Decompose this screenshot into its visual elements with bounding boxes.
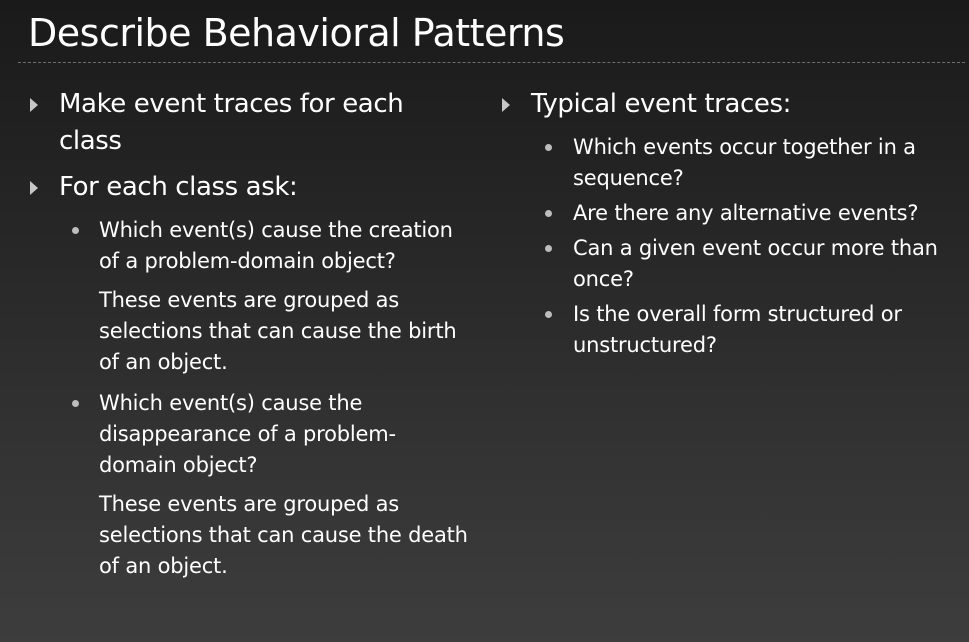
triangle-right-icon [30,98,38,112]
dot-icon [72,400,79,407]
sub-bullet-text: Are there any alternative events? [573,201,919,225]
sub-bullet-text: Which event(s) cause the creation of a p… [99,218,453,273]
sub-bullet-text: Can a given event occur more than once? [573,236,938,291]
sub-bullet-text: Which event(s) cause the disappearance o… [99,391,396,477]
bullet-make-event-traces: Make event traces for each class [28,86,468,160]
sub-bullet-creation: Which event(s) cause the creation of a p… [28,215,468,277]
sub-bullet-disappearance: Which event(s) cause the disappearance o… [28,388,468,481]
triangle-right-icon [502,98,510,112]
sub-bullet-text: Is the overall form structured or unstru… [573,302,902,357]
bullet-text: For each class ask: [59,172,298,202]
dot-icon [545,210,552,217]
triangle-right-icon [30,181,38,195]
slide-title: Describe Behavioral Patterns [28,11,565,55]
sub-note-death: These events are grouped as selections t… [99,492,468,578]
dot-icon [545,311,552,318]
sub-bullet-structure: Is the overall form structured or unstru… [500,299,960,361]
bullet-typical-event-traces: Typical event traces: [500,86,960,123]
sub-bullet-alternative: Are there any alternative events? [500,198,960,229]
bullet-text: Make event traces for each class [59,89,404,156]
bullet-text: Typical event traces: [531,89,791,119]
dot-icon [545,245,552,252]
sub-bullet-sequence: Which events occur together in a sequenc… [500,132,960,194]
dot-icon [72,227,79,234]
sub-bullet-repeat: Can a given event occur more than once? [500,233,960,295]
dot-icon [545,144,552,151]
sub-note-birth: These events are grouped as selections t… [99,288,457,374]
title-divider [18,62,965,63]
right-column: Typical event traces: Which events occur… [500,86,960,361]
sub-bullet-text: Which events occur together in a sequenc… [573,135,916,190]
bullet-for-each-class: For each class ask: [28,169,468,206]
left-column: Make event traces for each class For eac… [28,86,468,582]
